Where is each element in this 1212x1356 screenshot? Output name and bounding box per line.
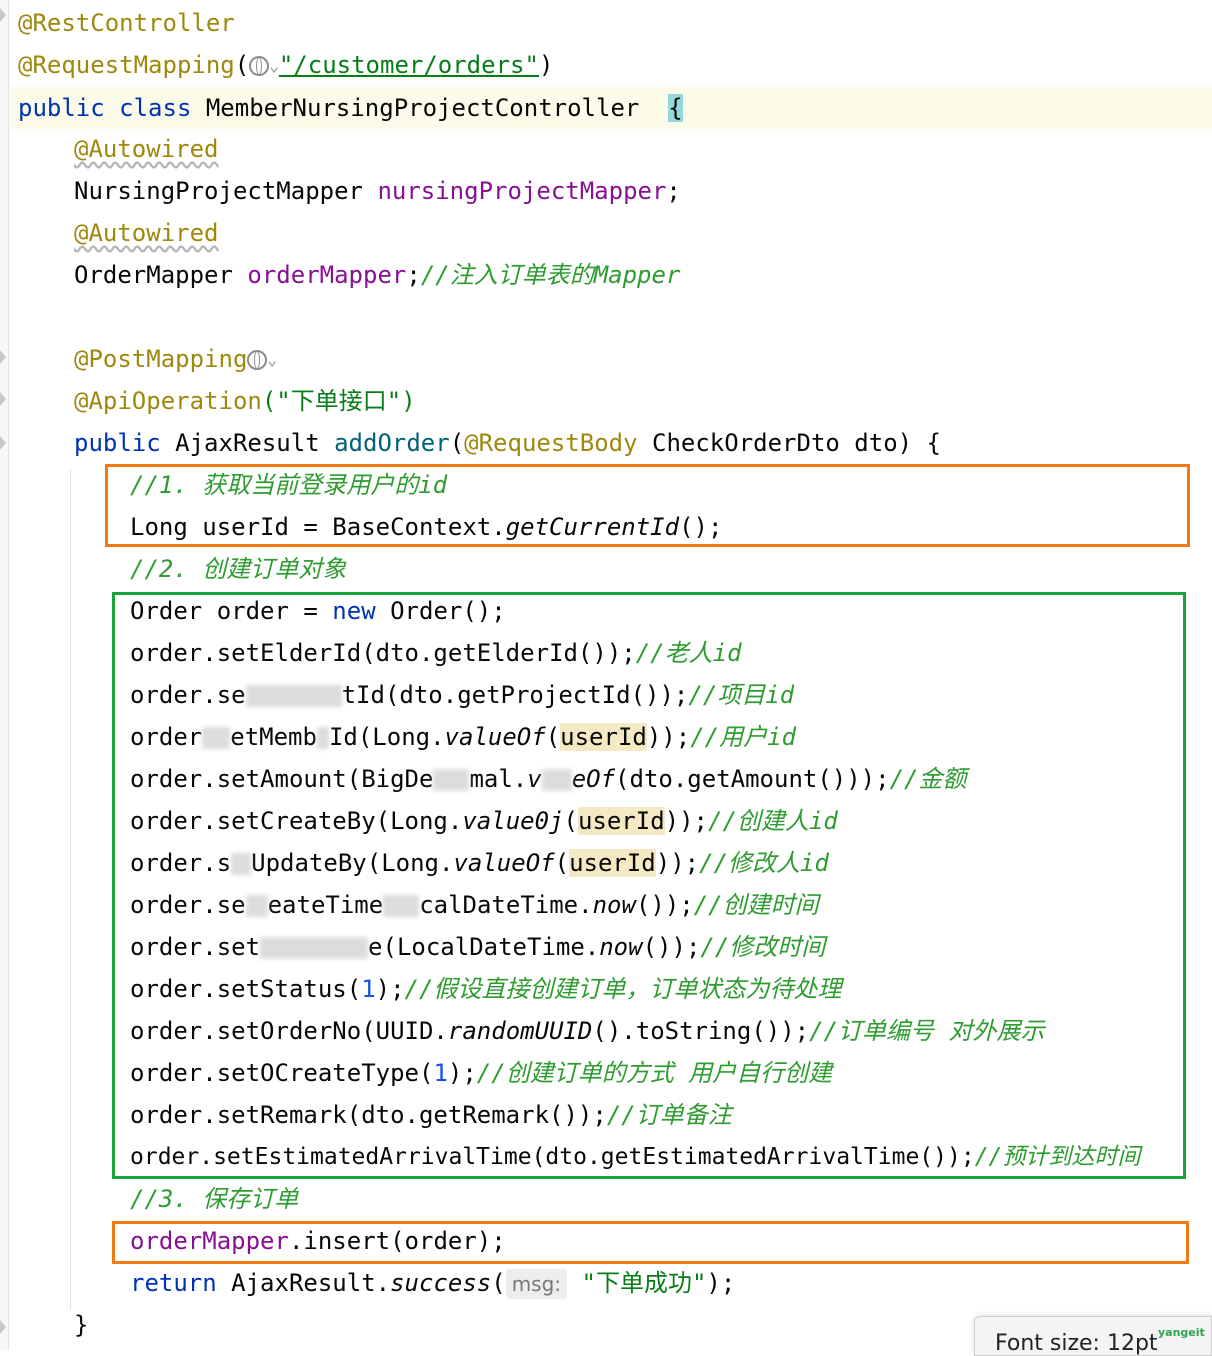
matched-brace: { (668, 94, 683, 122)
editor-gutter (0, 0, 9, 1350)
code-line-11: public AjaxResult addOrder(@RequestBody … (74, 422, 941, 464)
keyword: public (74, 429, 161, 457)
code-line-3: public class MemberNursingProjectControl… (18, 87, 683, 129)
code-line-9: @PostMapping ⌄ (74, 338, 277, 380)
code-line-5: NursingProjectMapper nursingProjectMappe… (74, 170, 681, 212)
code-line-7: OrderMapper orderMapper;//注入订单表的Mapper (74, 254, 680, 296)
highlight-box-save-order (112, 1221, 1189, 1264)
type: OrderMapper (74, 261, 233, 289)
code-line-29: //3. 保存订单 (130, 1178, 298, 1220)
globe-icon[interactable] (249, 56, 270, 76)
code-line-32: } (74, 1304, 88, 1346)
type: NursingProjectMapper (74, 177, 363, 205)
closing-brace: } (74, 1311, 89, 1339)
annotation: @RequestBody (464, 429, 638, 457)
fold-marker[interactable] (0, 8, 8, 22)
fold-marker[interactable] (0, 436, 8, 450)
class-name: MemberNursingProjectController (205, 94, 640, 122)
code-line-6: @Autowired (74, 212, 219, 254)
indent-guide (70, 470, 71, 1310)
code-line-2: @RequestMapping( ⌄"/customer/orders") (18, 44, 553, 86)
keyword: class (119, 94, 192, 122)
field-name: orderMapper (247, 261, 407, 289)
annotation: @RestController (18, 9, 235, 37)
semicolon: ; (406, 261, 421, 289)
keyword: public (18, 94, 105, 122)
code-line-14: //2. 创建订单对象 (130, 548, 346, 590)
keyword: return (130, 1269, 217, 1297)
code-line-31: return AjaxResult.success(msg: "下单成功"); (130, 1262, 735, 1304)
string: ("下单接口") (261, 387, 416, 415)
comment: //注入订单表的Mapper (420, 261, 681, 289)
params: CheckOrderDto dto) { (652, 429, 941, 457)
chevron-down-icon[interactable]: ⌄ (269, 45, 279, 87)
popup-text: Font size: 12pt (995, 1331, 1158, 1356)
fold-marker[interactable] (0, 392, 8, 406)
code: AjaxResult. (216, 1269, 391, 1297)
paren: ( (491, 1269, 506, 1297)
type: AjaxResult (175, 429, 320, 457)
code-line-4: @Autowired (74, 128, 219, 170)
annotation: @PostMapping (74, 345, 248, 373)
highlight-box-get-user-id (105, 464, 1190, 547)
string: "下单成功" (581, 1269, 707, 1297)
paren: ) (538, 51, 554, 79)
code-line-10: @ApiOperation("下单接口") (74, 380, 416, 422)
annotation: @ApiOperation (74, 387, 262, 415)
url-string[interactable]: "/customer/orders" (279, 51, 539, 79)
annotation: @RequestMapping (18, 51, 235, 79)
method-name: addOrder (334, 429, 450, 457)
paren: ( (234, 51, 250, 79)
code: ); (706, 1269, 736, 1297)
semicolon: ; (666, 177, 681, 205)
highlight-box-create-order (112, 592, 1186, 1179)
globe-icon[interactable] (247, 350, 268, 370)
watermark: yangeit (1158, 1326, 1205, 1339)
comment: //2. 创建订单对象 (130, 555, 347, 583)
parameter-hint: msg: (505, 1269, 568, 1299)
field-name: nursingProjectMapper (377, 177, 667, 205)
annotation: @Autowired (74, 135, 219, 163)
method-call: success (390, 1269, 492, 1297)
comment: //3. 保存订单 (130, 1185, 299, 1213)
code-line-1: @RestController (18, 2, 235, 44)
annotation: @Autowired (74, 219, 219, 247)
fold-marker[interactable] (0, 350, 8, 364)
paren: ( (449, 429, 465, 457)
fold-marker[interactable] (0, 1320, 8, 1334)
chevron-down-icon[interactable]: ⌄ (267, 339, 277, 381)
